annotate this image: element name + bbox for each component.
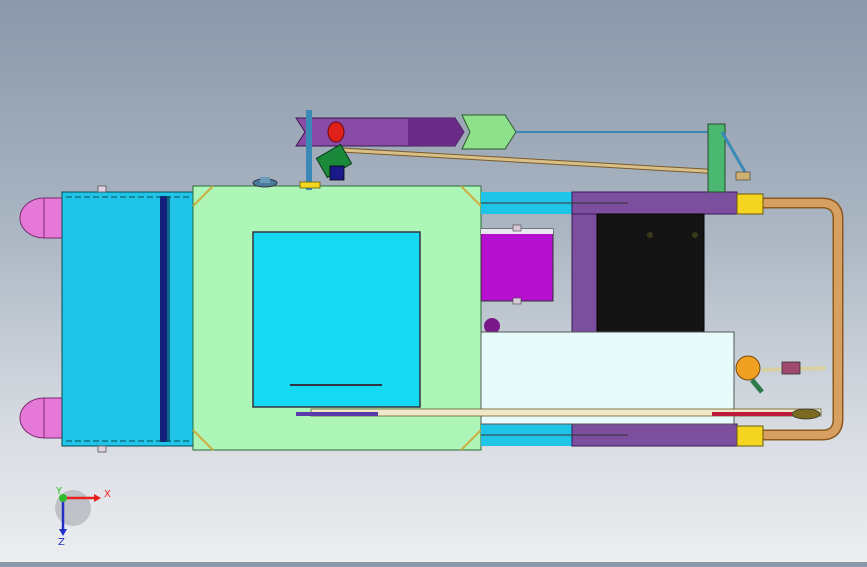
right-rail-top [481, 191, 738, 215]
triad-x-label: X [104, 489, 111, 500]
copper-pipe [760, 197, 844, 441]
cad-viewport[interactable]: X Y Z [0, 0, 867, 562]
pipe-clamp-bottom [736, 425, 764, 447]
star-handle [735, 355, 827, 394]
triad-z-label: Z [58, 537, 65, 548]
pipe-clamp-top [736, 193, 764, 215]
left-tank [61, 185, 195, 453]
right-rail-bottom [481, 423, 738, 447]
top-lever-arm [295, 110, 751, 193]
machine-assembly-drawing: X Y Z [19, 110, 844, 548]
lid-knob [252, 177, 278, 188]
dark-motor-block [571, 213, 705, 333]
triad-y-label: Y [55, 486, 63, 497]
left-roller-bottom [19, 397, 69, 439]
magenta-control-box [480, 224, 554, 334]
left-roller-top [19, 197, 69, 239]
inner-window-panel [252, 231, 421, 408]
